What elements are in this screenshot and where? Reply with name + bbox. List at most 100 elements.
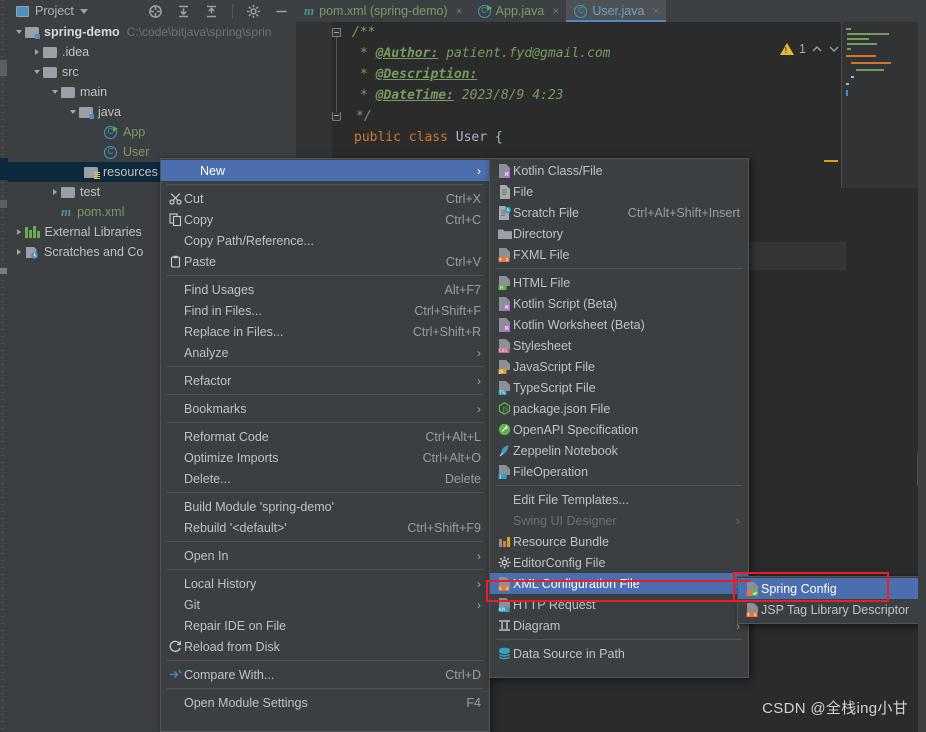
submenu-item-fileoperation[interactable]: J FileOperation [490,461,748,482]
project-tool-window-button[interactable]: Project [16,4,88,18]
tab-app-java[interactable]: C App.java × [470,0,567,22]
twisty-right-icon[interactable] [30,42,43,62]
chevron-right-icon: › [477,548,481,563]
menu-item-cut[interactable]: Cut Ctrl+X [161,188,489,209]
code-fold-toggle[interactable] [332,28,341,37]
menu-item-git[interactable]: Git › [161,594,489,615]
tree-node-app[interactable]: C App [8,122,296,142]
chevron-right-icon: › [477,163,481,178]
close-icon[interactable]: × [456,4,463,18]
menu-item-open-module-settings[interactable]: Open Module Settings F4 [161,692,489,713]
chevron-right-icon: › [477,373,481,388]
twisty-right-icon[interactable] [12,242,25,262]
code-fold-line [336,37,337,117]
submenu-item-stylesheet[interactable]: CSS Stylesheet [490,335,748,356]
submenu-item-fxml-file[interactable]: FXML File [490,244,748,265]
tree-node-idea[interactable]: .idea [8,42,296,62]
menu-item-local-history[interactable]: Local History › [161,573,489,594]
code-line-6: public class User { [354,130,503,145]
menu-item-replace-in-files[interactable]: Replace in Files... Ctrl+Shift+R [161,321,489,342]
submenu-item-edit-file-templates[interactable]: Edit File Templates... [490,489,748,510]
next-problem-icon[interactable] [828,43,840,55]
menu-item-find-usages[interactable]: Find Usages Alt+F7 [161,279,489,300]
menu-item-accel: Ctrl+Shift+F9 [407,520,481,535]
submenu-item-diagram[interactable]: Diagram › [490,615,748,636]
collapse-all-icon[interactable] [176,4,191,19]
menu-item-find-in-files[interactable]: Find in Files... Ctrl+Shift+F [161,300,489,321]
menu-item-open-in[interactable]: Open In › [161,545,489,566]
js-file-icon: JS [496,359,513,374]
tree-node-spring-demo[interactable]: spring-demo C:\code\bitjava\spring\sprin [8,22,296,42]
submenu-item-data-source-in-path[interactable]: Data Source in Path [490,643,748,664]
submenu-item-html-file[interactable]: H HTML File [490,272,748,293]
tree-node-label: App [123,125,146,139]
menu-separator [167,541,483,542]
submenu-item-typescript-file[interactable]: TS TypeScript File [490,377,748,398]
tree-node-main[interactable]: main [8,82,296,102]
svg-text:API: API [499,607,505,612]
submenu-item-openapi-specification[interactable]: OpenAPI Specification [490,419,748,440]
watermark-text: CSDN @全栈ing小甘 [762,700,908,717]
nodejs-icon: JS [496,402,513,415]
menu-item-rebuild[interactable]: Rebuild '<default>' Ctrl+Shift+F9 [161,517,489,538]
settings-gear-icon[interactable] [246,4,261,19]
resources-folder-icon [84,166,100,179]
context-menu[interactable]: New › Cut Ctrl+X Copy Ctrl+C Copy Path/R… [160,158,490,732]
tab-user-java[interactable]: C User.java × [566,0,667,22]
submenu-item-scratch-file[interactable]: Scratch File Ctrl+Alt+Shift+Insert [490,202,748,223]
twisty-down-icon[interactable] [66,102,79,122]
submenu-item-label: File [513,184,534,199]
menu-item-compare-with[interactable]: Compare With... Ctrl+D [161,664,489,685]
menu-item-analyze[interactable]: Analyze › [161,342,489,363]
submenu-item-kotlin-class-file[interactable]: Kotlin Class/File [490,160,748,181]
menu-item-build-module[interactable]: Build Module 'spring-demo' [161,496,489,517]
locate-icon[interactable] [148,4,163,19]
inspection-status[interactable]: 1 [780,42,840,56]
close-icon[interactable]: × [552,4,559,18]
twisty-down-icon[interactable] [48,82,61,102]
resource-bundle-icon [496,535,513,548]
menu-item-repair-ide-on-file[interactable]: Repair IDE on File [161,615,489,636]
code-minimap[interactable] [841,22,922,188]
tree-node-label: java [98,105,121,119]
menu-item-copy-path-reference[interactable]: Copy Path/Reference... [161,230,489,251]
menu-item-paste[interactable]: Paste Ctrl+V [161,251,489,272]
tab-pom-xml[interactable]: m pom.xml (spring-demo) × [296,0,470,22]
tree-node-java[interactable]: java [8,102,296,122]
twisty-right-icon[interactable] [48,182,61,202]
twisty-down-icon[interactable] [12,22,25,42]
menu-item-optimize-imports[interactable]: Optimize Imports Ctrl+Alt+O [161,447,489,468]
chevron-down-icon[interactable] [79,8,88,14]
twisty-right-icon[interactable] [12,222,25,242]
clipboard-icon [167,255,184,268]
folder-icon [61,86,75,98]
submenu-item-resource-bundle[interactable]: Resource Bundle [490,531,748,552]
submenu-item-jsp-tag-library-descriptor[interactable]: JSP Tag Library Descriptor [738,599,925,620]
twisty-down-icon[interactable] [30,62,43,82]
tree-node-src[interactable]: src [8,62,296,82]
expand-all-icon[interactable] [204,4,219,19]
close-icon[interactable]: × [652,4,659,18]
previous-problem-icon[interactable] [811,43,823,55]
submenu-item-kotlin-worksheet[interactable]: Kotlin Worksheet (Beta) [490,314,748,335]
html-file-icon: H [496,275,513,290]
menu-item-reload-from-disk[interactable]: Reload from Disk [161,636,489,657]
submenu-item-file[interactable]: File [490,181,748,202]
tree-node-label: .idea [62,45,90,59]
minimize-icon[interactable] [274,4,289,19]
menu-item-new[interactable]: New › [161,160,489,181]
submenu-item-kotlin-script[interactable]: Kotlin Script (Beta) [490,293,748,314]
submenu-item-directory[interactable]: Directory [490,223,748,244]
submenu-item-zeppelin-notebook[interactable]: Zeppelin Notebook [490,440,748,461]
stripe-marker-2 [0,200,7,208]
menu-item-refactor[interactable]: Refactor › [161,370,489,391]
submenu-item-editorconfig-file[interactable]: EditorConfig File [490,552,748,573]
minimap-warning-stripe [824,160,838,162]
menu-item-bookmarks[interactable]: Bookmarks › [161,398,489,419]
menu-item-reformat-code[interactable]: Reformat Code Ctrl+Alt+L [161,426,489,447]
submenu-item-package-json-file[interactable]: JS package.json File [490,398,748,419]
menu-item-copy[interactable]: Copy Ctrl+C [161,209,489,230]
menu-item-delete[interactable]: Delete... Delete [161,468,489,489]
submenu-item-javascript-file[interactable]: JS JavaScript File [490,356,748,377]
submenu-item-label: EditorConfig File [513,555,606,570]
